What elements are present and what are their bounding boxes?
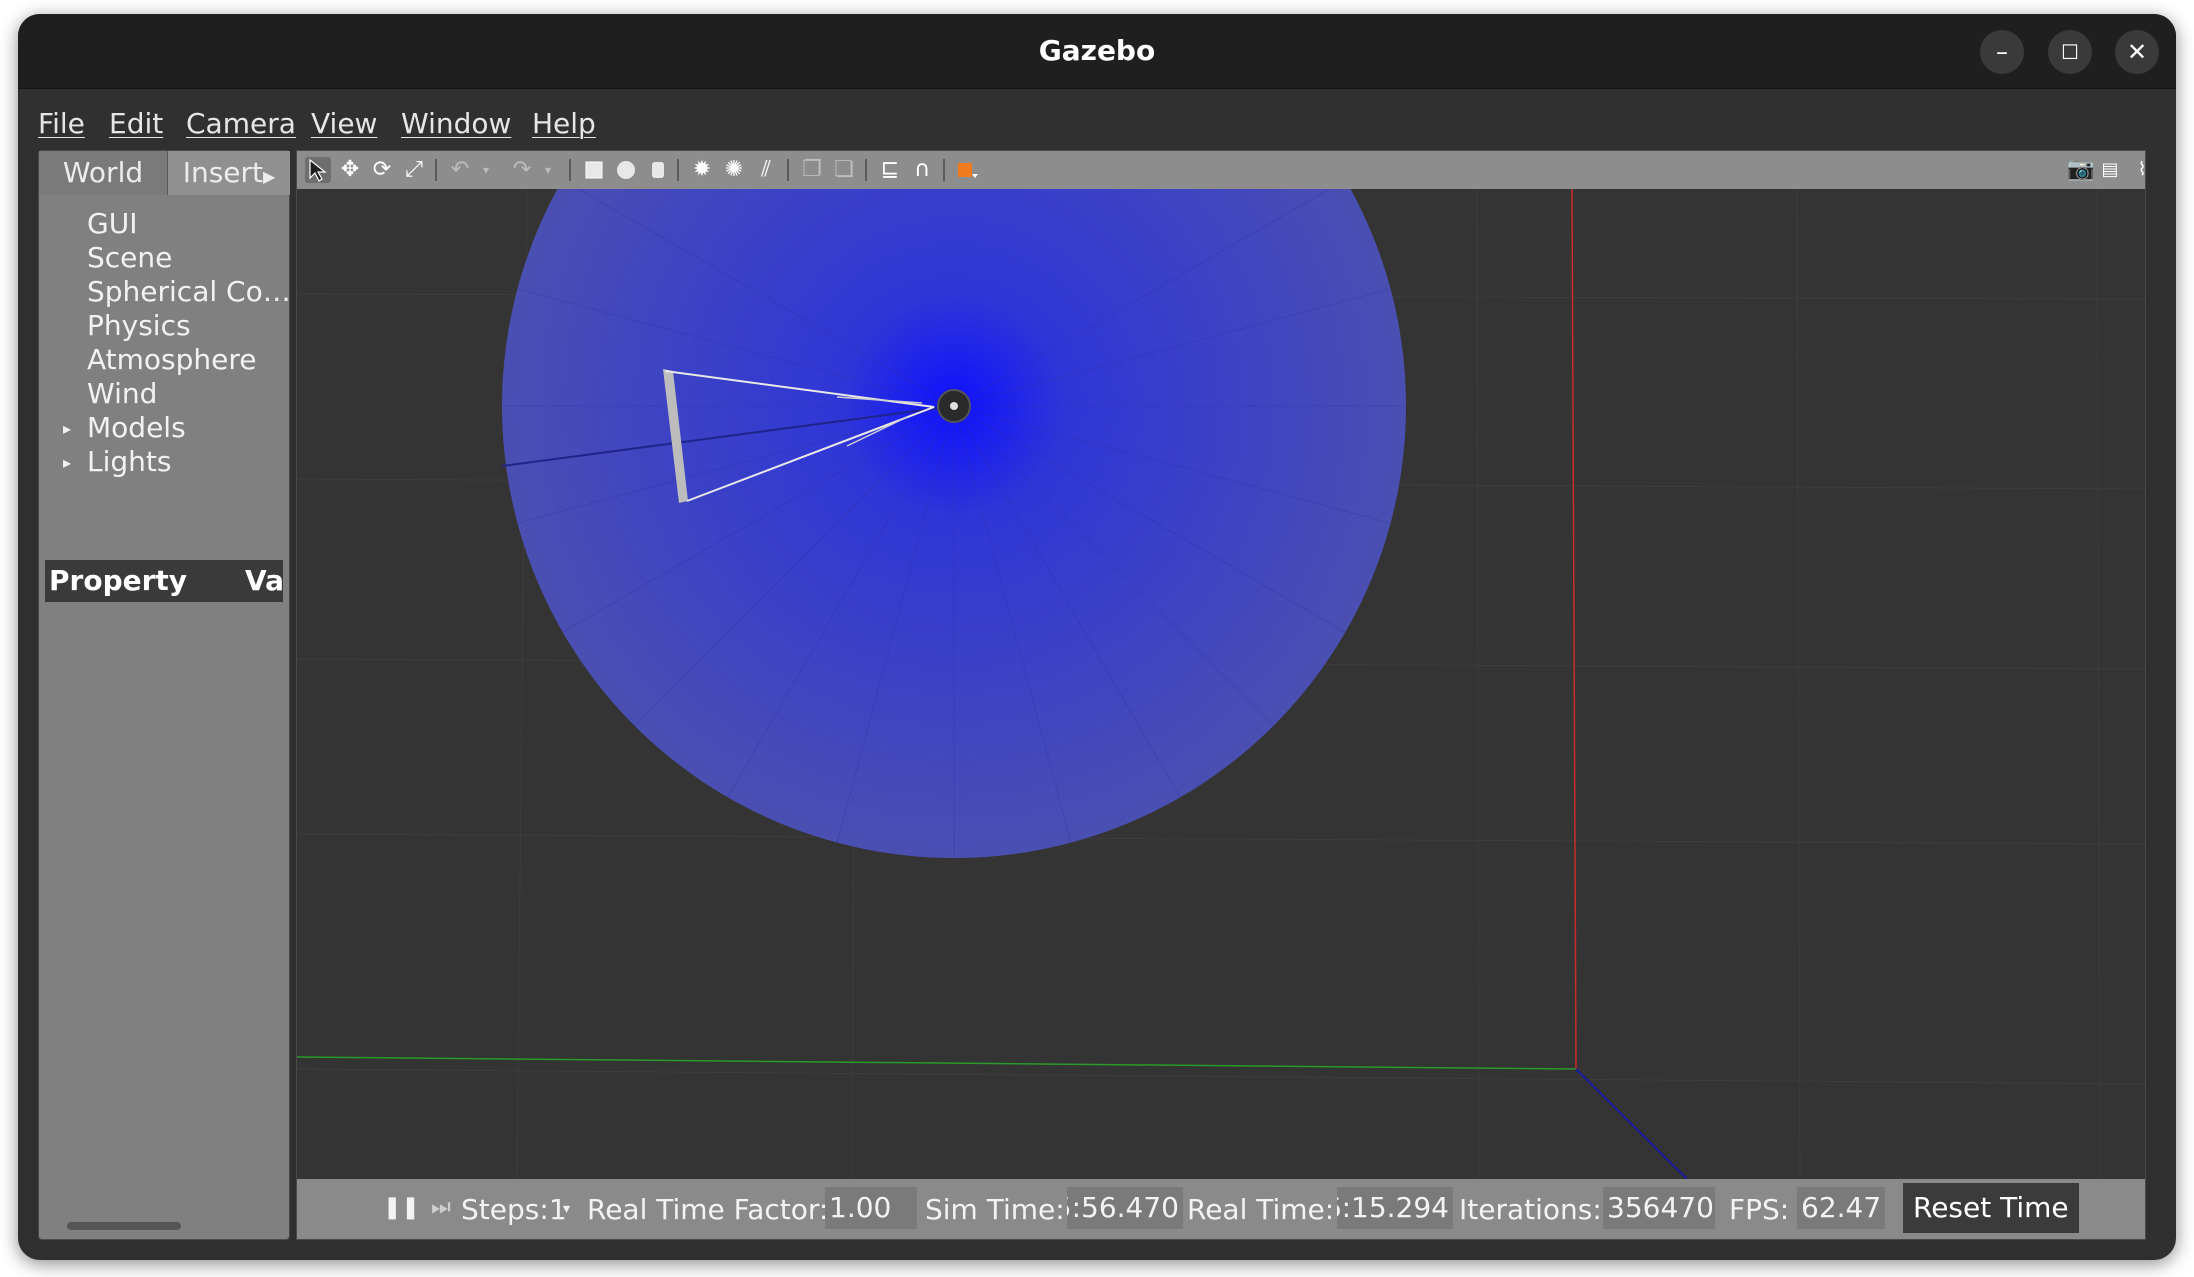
3d-viewport[interactable] bbox=[297, 189, 2145, 1179]
expand-arrow-icon[interactable]: ▸ bbox=[63, 419, 71, 438]
horizontal-scrollbar[interactable] bbox=[67, 1222, 181, 1230]
copy-icon[interactable]: ❐ bbox=[799, 157, 825, 183]
close-button[interactable]: ✕ bbox=[2115, 30, 2159, 74]
select-icon[interactable] bbox=[305, 157, 331, 183]
real-time-label: Real Time: bbox=[1187, 1193, 1335, 1226]
world-panel: World Insert▶ GUI Scene Spherical Co… Ph… bbox=[38, 150, 291, 1240]
log-icon[interactable]: ▤ bbox=[2097, 157, 2123, 183]
rotate-icon[interactable]: ⟳ bbox=[369, 157, 395, 183]
toolbar-separator bbox=[865, 159, 867, 181]
tree-item-physics[interactable]: Physics bbox=[87, 309, 191, 342]
tree-item-atmosphere[interactable]: Atmosphere bbox=[87, 343, 257, 376]
property-column-header: Property bbox=[49, 564, 188, 597]
step-icon[interactable]: ⏭ bbox=[431, 1195, 451, 1220]
box-icon[interactable] bbox=[581, 157, 607, 183]
menu-help[interactable]: Help bbox=[532, 107, 596, 140]
screenshot-icon[interactable]: 📷 bbox=[2067, 157, 2094, 183]
reset-time-button[interactable]: Reset Time bbox=[1903, 1183, 2079, 1233]
title-bar[interactable]: Gazebo – ☐ ✕ bbox=[18, 14, 2176, 89]
expand-arrow-icon[interactable]: ▸ bbox=[63, 453, 71, 472]
tree-item-scene[interactable]: Scene bbox=[87, 241, 172, 274]
toolbar-separator bbox=[787, 159, 789, 181]
undo-icon[interactable]: ↶ bbox=[447, 157, 473, 183]
real-time-field: 6:15.294 bbox=[1337, 1187, 1453, 1229]
toolbar-separator bbox=[943, 159, 945, 181]
real-time-factor-label: Real Time Factor: bbox=[587, 1193, 829, 1226]
paste-icon[interactable]: ❏ bbox=[831, 157, 857, 183]
tree-item-gui[interactable]: GUI bbox=[87, 207, 137, 240]
property-table-header: Property Va bbox=[45, 560, 285, 602]
real-time-factor-field: 1.00 bbox=[825, 1187, 917, 1229]
sim-time-label: Sim Time: bbox=[925, 1193, 1065, 1226]
scene-drawing bbox=[297, 189, 2145, 1179]
toolbar-separator bbox=[677, 159, 679, 181]
spot-light-icon[interactable]: ✺ bbox=[721, 157, 747, 183]
directional-light-icon[interactable]: ⫽ bbox=[753, 157, 779, 183]
time-status-bar: ❚❚ ⏭ Steps: 1 ▾ Real Time Factor: 1.00 S… bbox=[297, 1179, 2145, 1239]
menu-window[interactable]: Window bbox=[401, 107, 511, 140]
point-light-icon[interactable]: ✹ bbox=[689, 157, 715, 183]
y-axis-line bbox=[297, 1056, 1577, 1070]
menu-camera[interactable]: Camera bbox=[186, 107, 296, 140]
change-view-icon[interactable] bbox=[955, 157, 981, 183]
cylinder-icon[interactable] bbox=[645, 157, 671, 183]
tree-item-wind[interactable]: Wind bbox=[87, 377, 157, 410]
tree-item-spherical-coordinates[interactable]: Spherical Co… bbox=[87, 275, 291, 308]
steps-dropdown-icon[interactable]: ▾ bbox=[563, 1201, 570, 1217]
iterations-field: 356470 bbox=[1603, 1187, 1715, 1229]
tab-insert-label: Insert bbox=[182, 156, 263, 189]
z-axis-line bbox=[1575, 1068, 1688, 1179]
x-axis-line bbox=[1571, 189, 1577, 1070]
render-panel: ✥ ⟳ ⤢ ↶ ▾ ↷ ▾ ✹ ✺ ⫽ ❐ ❏ ⊑ ∩ 📷 ▤ ⌇ ❚❚ ⏭ S… bbox=[296, 150, 2146, 1240]
tab-insert[interactable]: Insert▶ bbox=[167, 151, 290, 195]
translate-icon[interactable]: ✥ bbox=[337, 157, 363, 183]
fps-label: FPS: bbox=[1729, 1193, 1790, 1226]
toolbar-separator bbox=[569, 159, 571, 181]
toolbar-separator bbox=[435, 159, 437, 181]
tree-item-models[interactable]: Models bbox=[87, 411, 186, 444]
sphere-icon[interactable] bbox=[613, 157, 639, 183]
value-column-header: Va bbox=[245, 564, 285, 597]
gazebo-window: Gazebo – ☐ ✕ File Edit Camera View Windo… bbox=[18, 14, 2176, 1260]
menu-view[interactable]: View bbox=[311, 107, 377, 140]
iterations-label: Iterations: bbox=[1459, 1193, 1602, 1226]
redo-history-icon[interactable]: ▾ bbox=[535, 157, 561, 183]
tab-scroll-right-icon[interactable]: ▶ bbox=[263, 167, 275, 186]
maximize-button[interactable]: ☐ bbox=[2048, 30, 2092, 74]
minimize-button[interactable]: – bbox=[1980, 30, 2024, 74]
sim-time-field: 5:56.470 bbox=[1067, 1187, 1183, 1229]
menu-edit[interactable]: Edit bbox=[109, 107, 163, 140]
sensor-center-point bbox=[950, 402, 958, 410]
render-toolbar: ✥ ⟳ ⤢ ↶ ▾ ↷ ▾ ✹ ✺ ⫽ ❐ ❏ ⊑ ∩ 📷 ▤ ⌇ bbox=[297, 151, 2146, 189]
snap-icon[interactable]: ∩ bbox=[909, 157, 935, 183]
tree-item-lights[interactable]: Lights bbox=[87, 445, 171, 478]
pause-icon[interactable]: ❚❚ bbox=[383, 1195, 420, 1220]
fps-field: 62.47 bbox=[1797, 1187, 1885, 1229]
steps-label: Steps: bbox=[461, 1193, 549, 1226]
tab-world[interactable]: World bbox=[39, 151, 167, 195]
redo-icon[interactable]: ↷ bbox=[509, 157, 535, 183]
undo-history-icon[interactable]: ▾ bbox=[473, 157, 499, 183]
align-icon[interactable]: ⊑ bbox=[877, 157, 903, 183]
menu-file[interactable]: File bbox=[38, 107, 85, 140]
scale-icon[interactable]: ⤢ bbox=[401, 157, 427, 183]
menu-bar: File Edit Camera View Window Help bbox=[18, 89, 2176, 159]
window-title: Gazebo bbox=[1038, 34, 1156, 67]
plot-icon[interactable]: ⌇ bbox=[2129, 157, 2155, 183]
